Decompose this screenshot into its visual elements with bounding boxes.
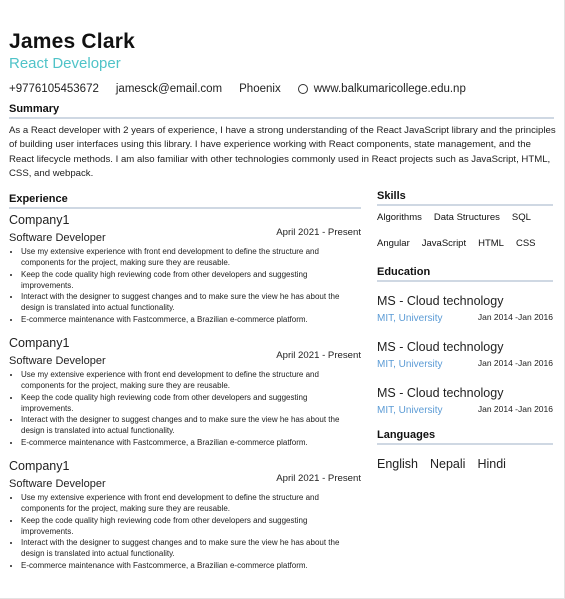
summary-text: As a React developer with 2 years of exp… [9,125,556,179]
job-bullets: Use my extensive experience with front e… [9,492,361,571]
job-bullet: Interact with the designer to suggest ch… [21,291,361,314]
job-bullet: E-commerce maintenance with Fastcommerce… [21,437,361,448]
language-item: Hindi [477,457,506,471]
job-bullet: Use my extensive experience with front e… [21,492,361,515]
skills-heading: Skills [377,190,406,202]
degree-title: MS - Cloud technology [377,340,504,354]
school-name: MIT, University [377,359,443,370]
skills-divider [377,204,553,206]
education-divider [377,280,553,282]
job-bullet: Use my extensive experience with front e… [21,369,361,392]
summary-divider [9,117,554,119]
job-entry: Company1 Software Developer April 2021 -… [9,210,361,333]
resume-page: James Clark React Developer +97761054536… [0,0,565,599]
school-name: MIT, University [377,313,443,324]
education-date: Jan 2014 -Jan 2016 [477,404,553,414]
skill-tag: Angular [377,238,410,249]
job-title: Software Developer [9,478,106,490]
skill-tag: Algorithms [377,212,422,223]
location: Phoenix [239,83,281,95]
sidebar-column: Skills Algorithms Data Structures SQL An… [377,190,553,471]
job-entry: Company1 Software Developer April 2021 -… [9,456,361,579]
website-link[interactable]: www.balkumaricollege.edu.np [314,83,466,95]
languages-divider [377,443,553,445]
skill-tag: Data Structures [433,212,500,223]
degree-title: MS - Cloud technology [377,294,504,308]
skill-tag: CSS [515,238,536,249]
education-entry: MS - Cloud technology MIT, University Ja… [377,337,553,383]
job-date: April 2021 - Present [276,227,361,238]
languages-list: English Nepali Hindi [377,457,553,471]
skill-tag: JavaScript [421,238,467,249]
job-bullet: Keep the code quality high reviewing cod… [21,392,361,415]
degree-title: MS - Cloud technology [377,386,504,400]
job-bullet: Keep the code quality high reviewing cod… [21,515,361,538]
job-bullet: Use my extensive experience with front e… [21,246,361,269]
school-name: MIT, University [377,405,443,416]
contact-bar: +9776105453672 jamesck@email.com Phoenix… [9,83,483,95]
job-entry: Company1 Software Developer April 2021 -… [9,333,361,456]
experience-heading: Experience [9,193,68,205]
experience-list: Company1 Software Developer April 2021 -… [9,210,361,579]
candidate-role: React Developer [9,55,121,72]
languages-heading: Languages [377,429,436,441]
education-entry: MS - Cloud technology MIT, University Ja… [377,383,553,429]
job-date: April 2021 - Present [276,473,361,484]
language-item: Nepali [430,457,466,471]
job-date: April 2021 - Present [276,350,361,361]
job-title: Software Developer [9,232,106,244]
job-bullet: Interact with the designer to suggest ch… [21,414,361,437]
job-bullet: E-commerce maintenance with Fastcommerce… [21,314,361,325]
candidate-name: James Clark [9,30,135,53]
education-date: Jan 2014 -Jan 2016 [477,312,553,322]
skill-tag: SQL [511,212,531,223]
summary-heading: Summary [9,103,60,115]
education-heading: Education [377,266,431,278]
job-bullets: Use my extensive experience with front e… [9,369,361,448]
job-bullets: Use my extensive experience with front e… [9,246,361,325]
email-address: jamesck@email.com [115,83,223,95]
globe-icon [297,84,308,94]
job-bullet: Interact with the designer to suggest ch… [21,537,361,560]
education-entry: MS - Cloud technology MIT, University Ja… [377,291,553,337]
job-bullet: E-commerce maintenance with Fastcommerce… [21,560,361,571]
job-title: Software Developer [9,355,106,367]
language-item: English [377,457,418,471]
education-date: Jan 2014 -Jan 2016 [477,358,553,368]
experience-divider [9,207,361,209]
skill-tag: HTML [478,238,504,249]
phone-number: +9776105453672 [9,83,99,95]
skills-list: Algorithms Data Structures SQL Angular J… [377,208,553,260]
job-bullet: Keep the code quality high reviewing cod… [21,269,361,292]
